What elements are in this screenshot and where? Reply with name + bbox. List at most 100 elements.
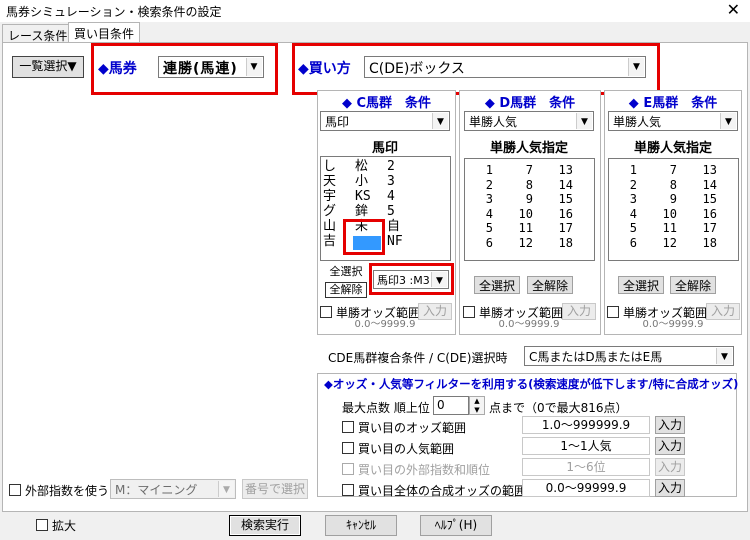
chevron-down-icon: ▼ [218,481,234,497]
ninki-number[interactable]: 11 [509,221,533,235]
mark-list-row[interactable]: 天 小 3 [323,174,443,189]
ninki-number[interactable]: 14 [693,178,717,192]
ninki-number[interactable]: 5 [613,221,637,235]
e-select-all-button[interactable]: 全選択 [618,276,664,294]
odds-range-value: 1.0～999999.9 [522,416,650,434]
c-clear-all-button[interactable]: 全解除 [325,282,367,298]
mark-list-row[interactable]: グ 鉾 5 [323,204,443,219]
mark-list-cell: KS [355,189,371,204]
d-clear-all-button[interactable]: 全解除 [527,276,573,294]
max-points-suffix: 点まで（0で最大816点） [489,401,628,415]
list-select-button[interactable]: 一覧選択▼ [12,56,84,78]
external-rank-label: 買い目の外部指数和順位 [358,463,491,477]
ninki-number[interactable]: 8 [653,178,677,192]
composite-select[interactable]: C馬またはD馬またはE馬 ▼ [524,346,734,366]
cancel-button[interactable]: ｷｬﾝｾﾙ [325,515,397,536]
external-index-select[interactable]: M：マイニング ▼ [110,479,236,499]
e-group-title: ◆ E馬群 条件 [628,96,718,111]
ninki-number[interactable]: 11 [653,221,677,235]
c-mark-list[interactable]: し松 2 天小 3 宇 KS 4 グ鉾 5 山未自吉 NF [320,156,451,261]
c-select-all-button[interactable]: 全選択 [325,265,367,281]
odds-range-checkbox[interactable] [342,421,354,433]
ninki-number[interactable]: 12 [653,236,677,250]
max-points-spinner[interactable]: ▲ ▼ [469,396,485,415]
help-button[interactable]: ﾍﾙﾌﾟ(H) [420,515,492,536]
d-ninki-list[interactable]: 1 7 13 2 8 14 3 9 15 4 10 16 5 11 17 6 12 18 [464,158,595,261]
max-points-input[interactable]: 0 [433,396,469,415]
tab-bet-conditions[interactable]: 買い目条件 [68,22,141,43]
zoom-checkbox[interactable] [36,519,48,531]
d-odds-checkbox[interactable] [463,306,475,318]
c-group-title: ◆ C馬群 条件 [341,96,432,111]
c-group-select[interactable]: 馬印 ▼ [320,111,450,131]
ninki-range-label: 買い目の人気範囲 [358,442,455,456]
e-clear-all-button[interactable]: 全解除 [670,276,716,294]
ninki-number[interactable]: 16 [693,207,717,221]
ninki-number[interactable]: 7 [509,163,533,177]
ninki-number[interactable]: 9 [509,192,533,206]
ninki-number[interactable]: 13 [549,163,573,177]
chevron-down-icon: ▼ [628,58,644,76]
e-odds-input-button[interactable]: 入力 [706,303,740,320]
c-odds-checkbox[interactable] [320,306,332,318]
d-list-title: 単勝人気指定 [489,141,568,156]
ninki-number[interactable]: 12 [509,236,533,250]
chevron-down-icon: ▼ [720,113,736,129]
ninki-number[interactable]: 14 [549,178,573,192]
odds-range-input-button[interactable]: 入力 [655,416,685,434]
kaikata-select[interactable]: C(DE)ボックス ▼ [364,56,646,78]
baken-select[interactable]: 連勝(馬連) ▼ [158,56,264,78]
ninki-number[interactable]: 17 [549,221,573,235]
ninki-number[interactable]: 3 [613,192,637,206]
ninki-number[interactable]: 1 [613,163,637,177]
ninki-range-input-button[interactable]: 入力 [655,437,685,455]
ninki-number[interactable]: 15 [693,192,717,206]
d-group-select[interactable]: 単勝人気 ▼ [464,111,594,131]
ninki-number[interactable]: 4 [613,207,637,221]
mark-list-cell: 自 [387,219,401,234]
e-odds-checkbox[interactable] [607,306,619,318]
synthetic-odds-checkbox[interactable] [342,484,354,496]
external-rank-checkbox[interactable] [342,463,354,475]
ninki-number[interactable]: 4 [469,207,493,221]
ninki-number[interactable]: 7 [653,163,677,177]
close-icon[interactable]: ✕ [727,0,740,19]
ninki-number[interactable]: 8 [509,178,533,192]
d-odds-input-button[interactable]: 入力 [562,303,596,320]
external-rank-input-button[interactable]: 入力 [655,458,685,476]
ninki-number[interactable]: 10 [509,207,533,221]
ninki-number[interactable]: 6 [613,236,637,250]
external-index-checkbox[interactable] [9,484,21,496]
ninki-number[interactable]: 6 [469,236,493,250]
mark-list-cell: 山 [323,219,337,234]
ninki-number[interactable]: 1 [469,163,493,177]
mark-list-row[interactable]: 宇 KS 4 [323,189,443,204]
number-select-button[interactable]: 番号で選択 [242,479,308,499]
d-group-title: ◆ D馬群 条件 [484,96,576,111]
ninki-number[interactable]: 9 [653,192,677,206]
ninki-number[interactable]: 17 [693,221,717,235]
filter-title[interactable]: ◆オッズ・人気等フィルターを利用する(検索速度が低下します/特に合成オッズ) [324,376,738,392]
mark-list-row[interactable]: し 松 2 [323,159,443,174]
ninki-number[interactable]: 15 [549,192,573,206]
ninki-number[interactable]: 2 [613,178,637,192]
c-odds-input-button[interactable]: 入力 [418,303,452,320]
synthetic-odds-input-button[interactable]: 入力 [655,479,685,497]
ninki-number[interactable]: 2 [469,178,493,192]
ninki-number[interactable]: 18 [693,236,717,250]
ninki-number[interactable]: 5 [469,221,493,235]
c-mark-combo[interactable]: 馬印3 :M3 ▼ [373,270,449,289]
tab-race-conditions[interactable]: レース条件 [2,24,74,43]
ninki-number[interactable]: 3 [469,192,493,206]
ninki-number[interactable]: 18 [549,236,573,250]
ninki-number[interactable]: 10 [653,207,677,221]
ninki-number[interactable]: 16 [549,207,573,221]
chevron-down-icon: ▼ [431,272,447,287]
ninki-number[interactable]: 13 [693,163,717,177]
search-button[interactable]: 検索実行 [229,515,301,536]
d-select-all-button[interactable]: 全選択 [474,276,520,294]
d-odds-value: 0.0～9999.9 [464,320,594,332]
e-group-select[interactable]: 単勝人気 ▼ [608,111,738,131]
e-ninki-list[interactable]: 1 7 13 2 8 14 3 9 15 4 10 16 5 11 17 6 12 18 [608,158,739,261]
ninki-range-checkbox[interactable] [342,442,354,454]
